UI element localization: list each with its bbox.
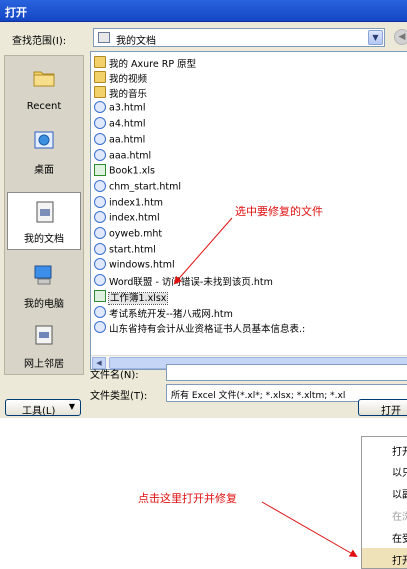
list-item[interactable]: 考试系统开发--猪八戒网.htm <box>94 306 233 321</box>
html-file-icon <box>94 117 106 129</box>
list-item[interactable]: chm_start.html <box>94 180 181 196</box>
folder-icon <box>94 71 106 83</box>
html-file-icon <box>94 180 106 192</box>
place-my-documents[interactable]: 我的文档 <box>7 192 81 250</box>
place-my-computer[interactable]: 我的电脑 <box>7 256 81 314</box>
filetype-value: 所有 Excel 文件(*.xl*; *.xlsx; *.xltm; *.xl <box>171 391 346 401</box>
filename-input[interactable] <box>166 364 407 381</box>
list-item[interactable]: 我的音乐 <box>94 86 147 101</box>
html-file-icon <box>94 227 106 239</box>
my-computer-icon <box>34 265 52 285</box>
place-label: 我的电脑 <box>24 299 64 310</box>
place-recent[interactable]: Recent <box>7 58 81 116</box>
desktop-icon <box>34 131 54 149</box>
list-item[interactable]: 我的 Axure RP 原型 <box>94 56 196 71</box>
html-file-icon <box>94 321 106 333</box>
html-file-icon <box>94 306 106 318</box>
tools-button-label: 工具(L) <box>22 406 56 417</box>
excel-file-icon <box>94 164 106 176</box>
filetype-label: 文件类型(T): <box>90 391 148 402</box>
list-item[interactable]: oyweb.mht <box>94 227 162 243</box>
html-file-icon <box>94 101 106 113</box>
place-desktop[interactable]: 桌面 <box>7 122 81 180</box>
title-bar: 打开 <box>0 0 407 22</box>
recent-folder-icon <box>33 71 55 87</box>
folder-icon <box>94 86 106 98</box>
place-label: Recent <box>26 101 62 112</box>
list-item[interactable]: Word联盟 - 访问错误-未找到该页.htm <box>94 274 273 289</box>
menu-item-open-in-browser: 在浏 <box>392 512 407 523</box>
filename-label: 文件名(N): <box>90 370 139 381</box>
place-label: 网上邻居 <box>24 359 64 370</box>
open-dialog: 查找范围(I): 我的文档 ▼ ◀ Recent 桌面 我的文档 我的电脑 网上… <box>0 22 407 418</box>
look-in-label: 查找范围(I): <box>12 36 67 47</box>
menu-item-open-and-repair[interactable]: 打开 <box>362 548 407 568</box>
look-in-combo[interactable]: 我的文档 ▼ <box>93 28 385 47</box>
my-documents-icon <box>36 201 54 223</box>
html-file-icon <box>94 196 106 208</box>
list-item[interactable]: index1.htm <box>94 196 163 212</box>
menu-item-open-protected[interactable]: 在受 <box>362 526 407 547</box>
open-button[interactable]: 打开 <box>358 399 407 417</box>
excel-file-icon <box>94 290 106 302</box>
list-item[interactable]: a4.html <box>94 117 146 133</box>
menu-item-open[interactable]: 打开 <box>362 439 407 460</box>
html-file-icon <box>94 149 106 161</box>
folder-icon <box>94 56 106 68</box>
annotation-select-file: 选中要修复的文件 <box>235 205 323 218</box>
list-item-selected[interactable]: 工作簿1.xlsx <box>94 290 169 305</box>
menu-item-open-as-copy[interactable]: 以副 <box>362 482 407 503</box>
list-item[interactable]: index.html <box>94 211 160 227</box>
list-item[interactable]: 我的视频 <box>94 71 147 86</box>
list-item[interactable]: aa.html <box>94 133 145 149</box>
html-file-icon <box>94 211 106 223</box>
my-documents-icon <box>98 32 110 43</box>
menu-item-open-read-only[interactable]: 以只 <box>362 460 407 481</box>
annotation-click-here: 点击这里打开并修复 <box>138 492 237 505</box>
open-button-label: 打开 <box>381 406 401 417</box>
list-item[interactable]: 山东省持有会计从业资格证书人员基本信息表.: <box>94 321 305 336</box>
list-item[interactable]: windows.html <box>94 258 175 274</box>
html-file-icon <box>94 274 106 286</box>
places-bar: Recent 桌面 我的文档 我的电脑 网上邻居 <box>4 55 84 375</box>
html-file-icon <box>94 243 106 255</box>
list-item[interactable]: a3.html <box>94 101 146 117</box>
chevron-down-icon[interactable]: ▼ <box>368 30 383 45</box>
place-label: 桌面 <box>34 165 54 176</box>
back-icon[interactable]: ◀ <box>394 29 407 45</box>
window-title: 打开 <box>5 6 27 19</box>
chevron-down-icon: ▼ <box>68 402 75 411</box>
look-in-value: 我的文档 <box>116 36 156 47</box>
html-file-icon <box>94 133 106 145</box>
network-places-icon <box>35 325 53 345</box>
list-item[interactable]: start.html <box>94 243 156 259</box>
open-options-menu: 打开 以只 以副 在浏 在受 打开 <box>361 436 407 569</box>
place-label: 我的文档 <box>24 234 64 245</box>
list-item[interactable]: aaa.html <box>94 149 151 165</box>
html-file-icon <box>94 258 106 270</box>
tools-button[interactable]: 工具(L) ▼ <box>5 399 81 417</box>
arrow-to-menu <box>261 501 358 557</box>
list-item[interactable]: Book1.xls <box>94 164 155 180</box>
place-network[interactable]: 网上邻居 <box>7 316 81 374</box>
